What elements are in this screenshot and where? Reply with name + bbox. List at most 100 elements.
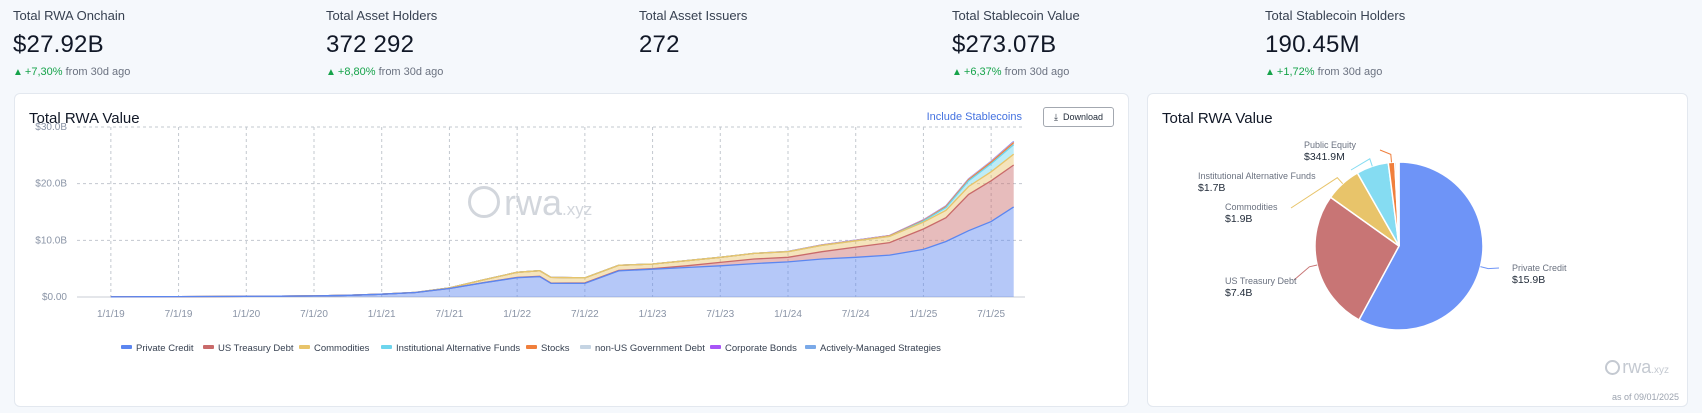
legend-item-us-treasury-debt: US Treasury Debt bbox=[203, 343, 294, 354]
x-tick-label: 1/1/20 bbox=[232, 309, 260, 320]
legend-swatch bbox=[203, 345, 214, 349]
pie-label-value: $1.9B bbox=[1225, 213, 1252, 225]
legend-swatch bbox=[805, 345, 816, 349]
stat-asset-holders: Total Asset Holders 372 292 ▲ +8,80% from… bbox=[326, 8, 626, 78]
stat-stablecoin-holders: Total Stablecoin Holders 190.45M ▲ +1,72%… bbox=[1265, 8, 1565, 78]
stat-value: 372 292 bbox=[326, 31, 415, 58]
stat-value: $27.92B bbox=[13, 31, 104, 58]
legend-swatch bbox=[299, 345, 310, 349]
legend-item-private-credit: Private Credit bbox=[121, 343, 194, 354]
legend-label: Commodities bbox=[314, 343, 370, 354]
stat-label: Total Asset Holders bbox=[326, 8, 438, 23]
download-icon: ⤓ bbox=[1053, 112, 1058, 122]
y-tick-label: $10.0B bbox=[35, 235, 67, 246]
pie-label-value: $7.4B bbox=[1225, 287, 1252, 299]
watermark-text: rwa bbox=[1622, 357, 1652, 377]
stat-asset-issuers: Total Asset Issuers 272 bbox=[639, 8, 939, 59]
stat-change-pct: +7,30% bbox=[24, 66, 63, 78]
pie-label-name: Institutional Alternative Funds bbox=[1198, 171, 1316, 181]
pie-label-name: Commodities bbox=[1225, 202, 1278, 212]
x-tick-label: 7/1/20 bbox=[300, 309, 328, 320]
x-tick-label: 7/1/23 bbox=[706, 309, 734, 320]
legend-swatch bbox=[381, 345, 392, 349]
stat-stablecoin-value: Total Stablecoin Value $273.07B ▲ +6,37% … bbox=[952, 8, 1252, 78]
stats-row: Total RWA Onchain $27.92B ▲ +7,30% from 3… bbox=[0, 0, 1702, 88]
area-chart: $0.00$10.0B$20.0B$30.0B1/1/19 7/1/19 1/1/2… bbox=[35, 122, 1025, 354]
stat-value: $273.07B bbox=[952, 31, 1057, 58]
watermark-text: rwa bbox=[504, 182, 563, 223]
y-tick-label: $0.00 bbox=[42, 292, 67, 303]
download-label: Download bbox=[1062, 112, 1103, 122]
as-of-date: as of 09/01/2025 bbox=[1611, 392, 1679, 402]
legend-item-stocks: Stocks bbox=[526, 343, 570, 354]
legend-item-commodities: Commodities bbox=[299, 343, 370, 354]
stat-total-rwa: Total RWA Onchain $27.92B ▲ +7,30% from 3… bbox=[13, 8, 313, 78]
legend-item-corporate-bonds: Corporate Bonds bbox=[710, 343, 797, 354]
x-tick-label: 1/1/22 bbox=[503, 309, 531, 320]
panel-title: Total RWA Value bbox=[1162, 110, 1273, 127]
pie-label-value: $15.9B bbox=[1512, 274, 1545, 286]
x-tick-label: 1/1/24 bbox=[774, 309, 802, 320]
pie-label-name: Public Equity bbox=[1304, 140, 1357, 150]
legend-label: Actively-Managed Strategies bbox=[820, 343, 941, 354]
legend-item-actively-managed-strategies: Actively-Managed Strategies bbox=[805, 343, 941, 354]
legend-swatch bbox=[710, 345, 721, 349]
up-arrow-icon: ▲ bbox=[952, 67, 962, 78]
globe-icon bbox=[1605, 360, 1621, 375]
legend-label: Private Credit bbox=[136, 343, 194, 354]
stat-label: Total Stablecoin Value bbox=[952, 8, 1080, 23]
legend-swatch bbox=[580, 345, 591, 349]
legend-swatch bbox=[121, 345, 132, 349]
rwa-watermark: rwa.xyz bbox=[468, 182, 592, 224]
pie-label-value: $1.7B bbox=[1198, 182, 1225, 194]
x-tick-label: 7/1/24 bbox=[842, 309, 870, 320]
legend-swatch bbox=[526, 345, 537, 349]
legend-item-institutional-alternative-funds: Institutional Alternative Funds bbox=[381, 343, 520, 354]
legend-label: Corporate Bonds bbox=[725, 343, 797, 354]
x-tick-label: 7/1/25 bbox=[977, 309, 1005, 320]
x-tick-label: 1/1/19 bbox=[97, 309, 125, 320]
pie-leader-line bbox=[1480, 266, 1500, 270]
legend-item-non-us-government-debt: non-US Government Debt bbox=[580, 343, 705, 354]
stat-value: 190.45M bbox=[1265, 31, 1360, 58]
x-tick-label: 7/1/22 bbox=[571, 309, 599, 320]
legend-label: Institutional Alternative Funds bbox=[396, 343, 520, 354]
x-tick-label: 1/1/21 bbox=[368, 309, 396, 320]
pie-leader-line bbox=[1293, 264, 1318, 281]
up-arrow-icon: ▲ bbox=[326, 67, 336, 78]
legend-label: US Treasury Debt bbox=[218, 343, 294, 354]
pie-slice-actively-managed-strategies bbox=[1397, 161, 1400, 247]
legend-label: Stocks bbox=[541, 343, 570, 354]
stat-change: ▲ +8,80% from 30d ago bbox=[326, 66, 626, 78]
stat-label: Total Asset Issuers bbox=[639, 8, 748, 23]
x-tick-label: 1/1/23 bbox=[639, 309, 667, 320]
stat-change: ▲ +7,30% from 30d ago bbox=[13, 66, 313, 78]
stat-label: Total RWA Onchain bbox=[13, 8, 125, 23]
stat-change-suffix: from 30d ago bbox=[65, 66, 131, 78]
download-button[interactable]: ⤓ Download bbox=[1042, 107, 1114, 127]
include-stablecoins-toggle[interactable]: Include Stablecoins bbox=[927, 111, 1022, 123]
x-tick-label: 1/1/25 bbox=[910, 309, 938, 320]
globe-icon bbox=[468, 186, 500, 218]
pie-leader-line bbox=[1379, 149, 1392, 163]
stat-label: Total Stablecoin Holders bbox=[1265, 8, 1406, 23]
watermark-suffix: .xyz bbox=[562, 200, 593, 219]
area-chart-panel: $0.00 $10.0B $20.0B $30.0B 1/1/19 7/1/19 1/1/2… bbox=[14, 93, 1129, 407]
stat-value: 272 bbox=[639, 31, 680, 58]
stat-change-pct: +8,80% bbox=[337, 66, 376, 78]
y-tick-label: $20.0B bbox=[35, 179, 67, 190]
stat-change-pct: +1,72% bbox=[1276, 66, 1315, 78]
stat-change: ▲ +1,72% from 30d ago bbox=[1265, 66, 1565, 78]
rwa-watermark: rwa.xyz bbox=[1605, 357, 1669, 378]
up-arrow-icon: ▲ bbox=[1265, 67, 1275, 78]
stat-change-suffix: from 30d ago bbox=[1004, 66, 1070, 78]
watermark-suffix: .xyz bbox=[1651, 365, 1669, 376]
pie-label-name: Private Credit bbox=[1512, 263, 1567, 273]
x-tick-label: 7/1/19 bbox=[165, 309, 193, 320]
x-tick-label: 7/1/21 bbox=[436, 309, 464, 320]
stat-change-pct: +6,37% bbox=[963, 66, 1002, 78]
stat-change: ▲ +6,37% from 30d ago bbox=[952, 66, 1252, 78]
legend-label: non-US Government Debt bbox=[595, 343, 705, 354]
up-arrow-icon: ▲ bbox=[13, 67, 23, 78]
pie-label-value: $341.9M bbox=[1304, 151, 1345, 163]
